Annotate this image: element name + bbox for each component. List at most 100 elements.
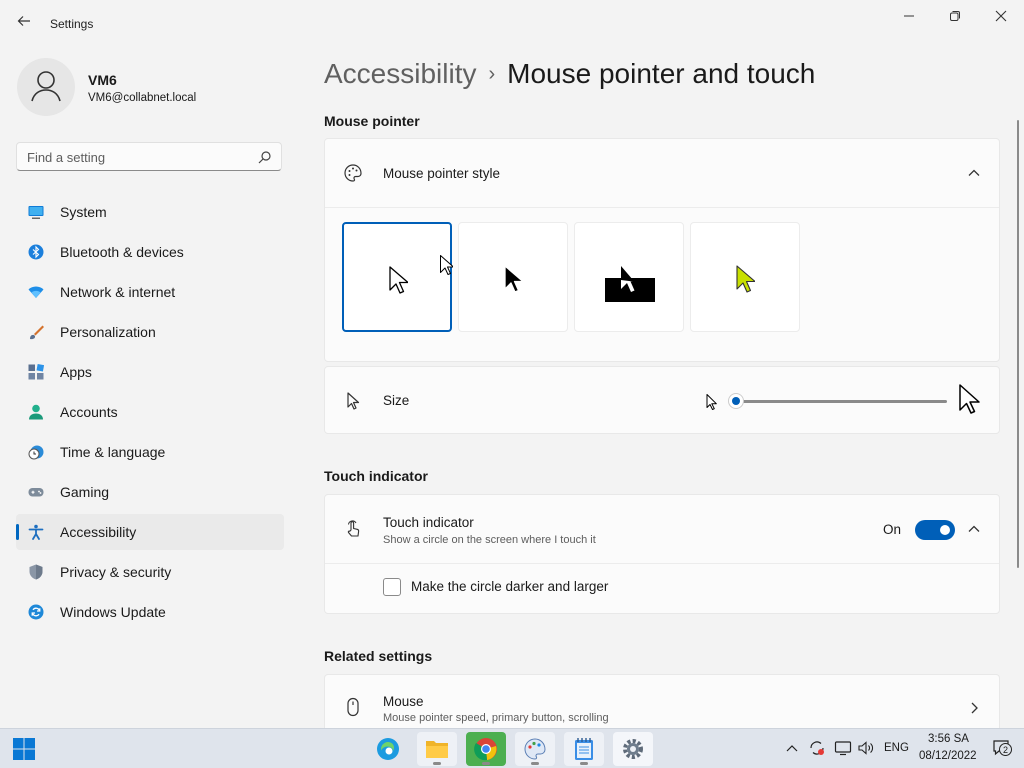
notepad-icon [575,738,593,760]
settings-icon [623,739,643,759]
pointer-size-card: Size [324,366,1000,434]
update-icon [28,604,44,620]
clock-globe-icon [28,445,44,460]
chrome-icon [474,738,497,761]
pointer-style-inverted[interactable] [574,222,684,332]
touch-indicator-toggle[interactable] [915,520,955,540]
brush-icon [30,325,44,340]
search-icon[interactable] [258,150,272,164]
sidebar-item-bluetooth[interactable]: Bluetooth & devices [16,234,284,270]
sidebar-item-apps[interactable]: Apps [16,354,284,390]
start-icon [13,738,35,760]
taskbar-chrome[interactable] [466,732,506,766]
system-icon [28,206,44,219]
touch-indicator-label: Touch indicator [383,515,474,530]
sidebar-item-gaming[interactable]: Gaming [16,474,284,510]
touch-indicator-header[interactable]: Touch indicator Show a circle on the scr… [325,495,999,564]
scrollbar[interactable] [1017,120,1019,568]
mouse-settings-link[interactable]: Mouse Mouse pointer speed, primary butto… [324,674,1000,728]
small-pointer-icon [706,394,717,410]
size-slider-thumb[interactable] [729,394,743,408]
clock-time[interactable]: 3:56 SA [928,733,969,745]
pointer-style-white[interactable] [342,222,452,332]
sidebar-item-network[interactable]: Network & internet [16,274,284,310]
taskbar-paint[interactable] [515,732,555,766]
mouse-pointer-style-card: Mouse pointer style [324,138,1000,362]
title-bar: Settings [0,0,1024,48]
section-title-touch-indicator: Touch indicator [324,468,428,484]
shield-icon [29,564,43,580]
custom-color-cursor-icon [736,265,755,293]
user-email: VM6@collabnet.local [88,92,197,104]
section-title-mouse-pointer: Mouse pointer [324,113,420,129]
back-arrow-icon[interactable] [14,14,34,34]
close-icon[interactable] [986,8,1016,26]
clock-date[interactable]: 08/12/2022 [919,750,977,762]
sidebar-item-privacy-security[interactable]: Privacy & security [16,554,284,590]
restore-icon[interactable] [940,8,970,26]
taskbar-file-explorer[interactable] [417,732,457,766]
chevron-up-icon[interactable] [967,166,981,180]
taskbar-notepad[interactable] [564,732,604,766]
large-pointer-icon [959,384,980,414]
sidebar-item-system[interactable]: System [16,194,284,230]
darker-larger-option-row: Make the circle darker and larger [325,563,999,615]
start-button[interactable] [4,732,44,766]
display-icon[interactable] [834,740,852,756]
page-title: Mouse pointer and touch [507,58,816,89]
taskbar-settings[interactable] [613,732,653,766]
bluetooth-icon [28,244,44,260]
taskbar: ENG 3:56 SA 08/12/2022 2 [0,728,1024,768]
edge-icon [377,738,399,760]
section-title-related-settings: Related settings [324,648,433,664]
breadcrumb-separator: › [488,63,496,85]
darker-larger-label: Make the circle darker and larger [411,579,609,594]
taskbar-edge[interactable] [368,732,408,766]
avatar [17,58,75,116]
file-explorer-icon [426,741,448,758]
mouse-pointer-style-header[interactable]: Mouse pointer style [325,139,999,208]
size-label: Size [383,393,410,408]
sidebar-item-time-language[interactable]: Time & language [16,434,284,470]
breadcrumb: Accessibility › Mouse pointer and touch [324,58,815,90]
touch-indicator-description: Show a circle on the screen where I touc… [383,534,596,546]
pointer-style-custom[interactable] [690,222,800,332]
wifi-icon [28,286,44,298]
notification-center[interactable]: 2 [992,739,1012,757]
darker-larger-checkbox[interactable] [383,578,401,596]
breadcrumb-parent[interactable]: Accessibility [324,58,476,89]
accessibility-icon [28,524,44,540]
mouse-pointer-style-label: Mouse pointer style [383,166,501,181]
language-indicator[interactable]: ENG [884,742,909,754]
person-avatar-icon [31,71,61,102]
touch-indicator-card: Touch indicator Show a circle on the scr… [324,494,1000,614]
sidebar-item-personalization[interactable]: Personalization [16,314,284,350]
pointer-style-black[interactable] [458,222,568,332]
black-cursor-icon [504,265,523,293]
touch-hand-icon [347,520,360,537]
size-slider-track[interactable] [735,400,947,403]
search-input[interactable]: Find a setting [16,142,282,171]
pointer-icon [347,392,360,410]
chevron-up-icon[interactable] [967,522,981,536]
sidebar-item-accessibility[interactable]: Accessibility [16,514,284,550]
notification-count-badge: 2 [999,743,1012,756]
sidebar-nav: System Bluetooth & devices Network & int… [16,194,284,634]
toggle-state-label: On [883,522,902,537]
inverted-cursor-icon [621,266,635,292]
mouse-cursor-overlay-icon [440,255,453,275]
volume-icon[interactable] [857,740,875,756]
gamepad-icon [28,488,44,497]
palette-icon [344,164,362,182]
white-cursor-icon [389,266,408,294]
chevron-up-tray-icon[interactable] [786,743,798,753]
sidebar-item-windows-update[interactable]: Windows Update [16,594,284,630]
sync-alert-icon[interactable] [808,740,826,756]
apps-icon [28,364,44,380]
mouse-link-label: Mouse [383,694,424,709]
sidebar-item-accounts[interactable]: Accounts [16,394,284,430]
user-name: VM6 [88,72,117,88]
person-icon [29,404,43,420]
chevron-right-icon [971,702,978,714]
minimize-icon[interactable] [894,8,924,26]
